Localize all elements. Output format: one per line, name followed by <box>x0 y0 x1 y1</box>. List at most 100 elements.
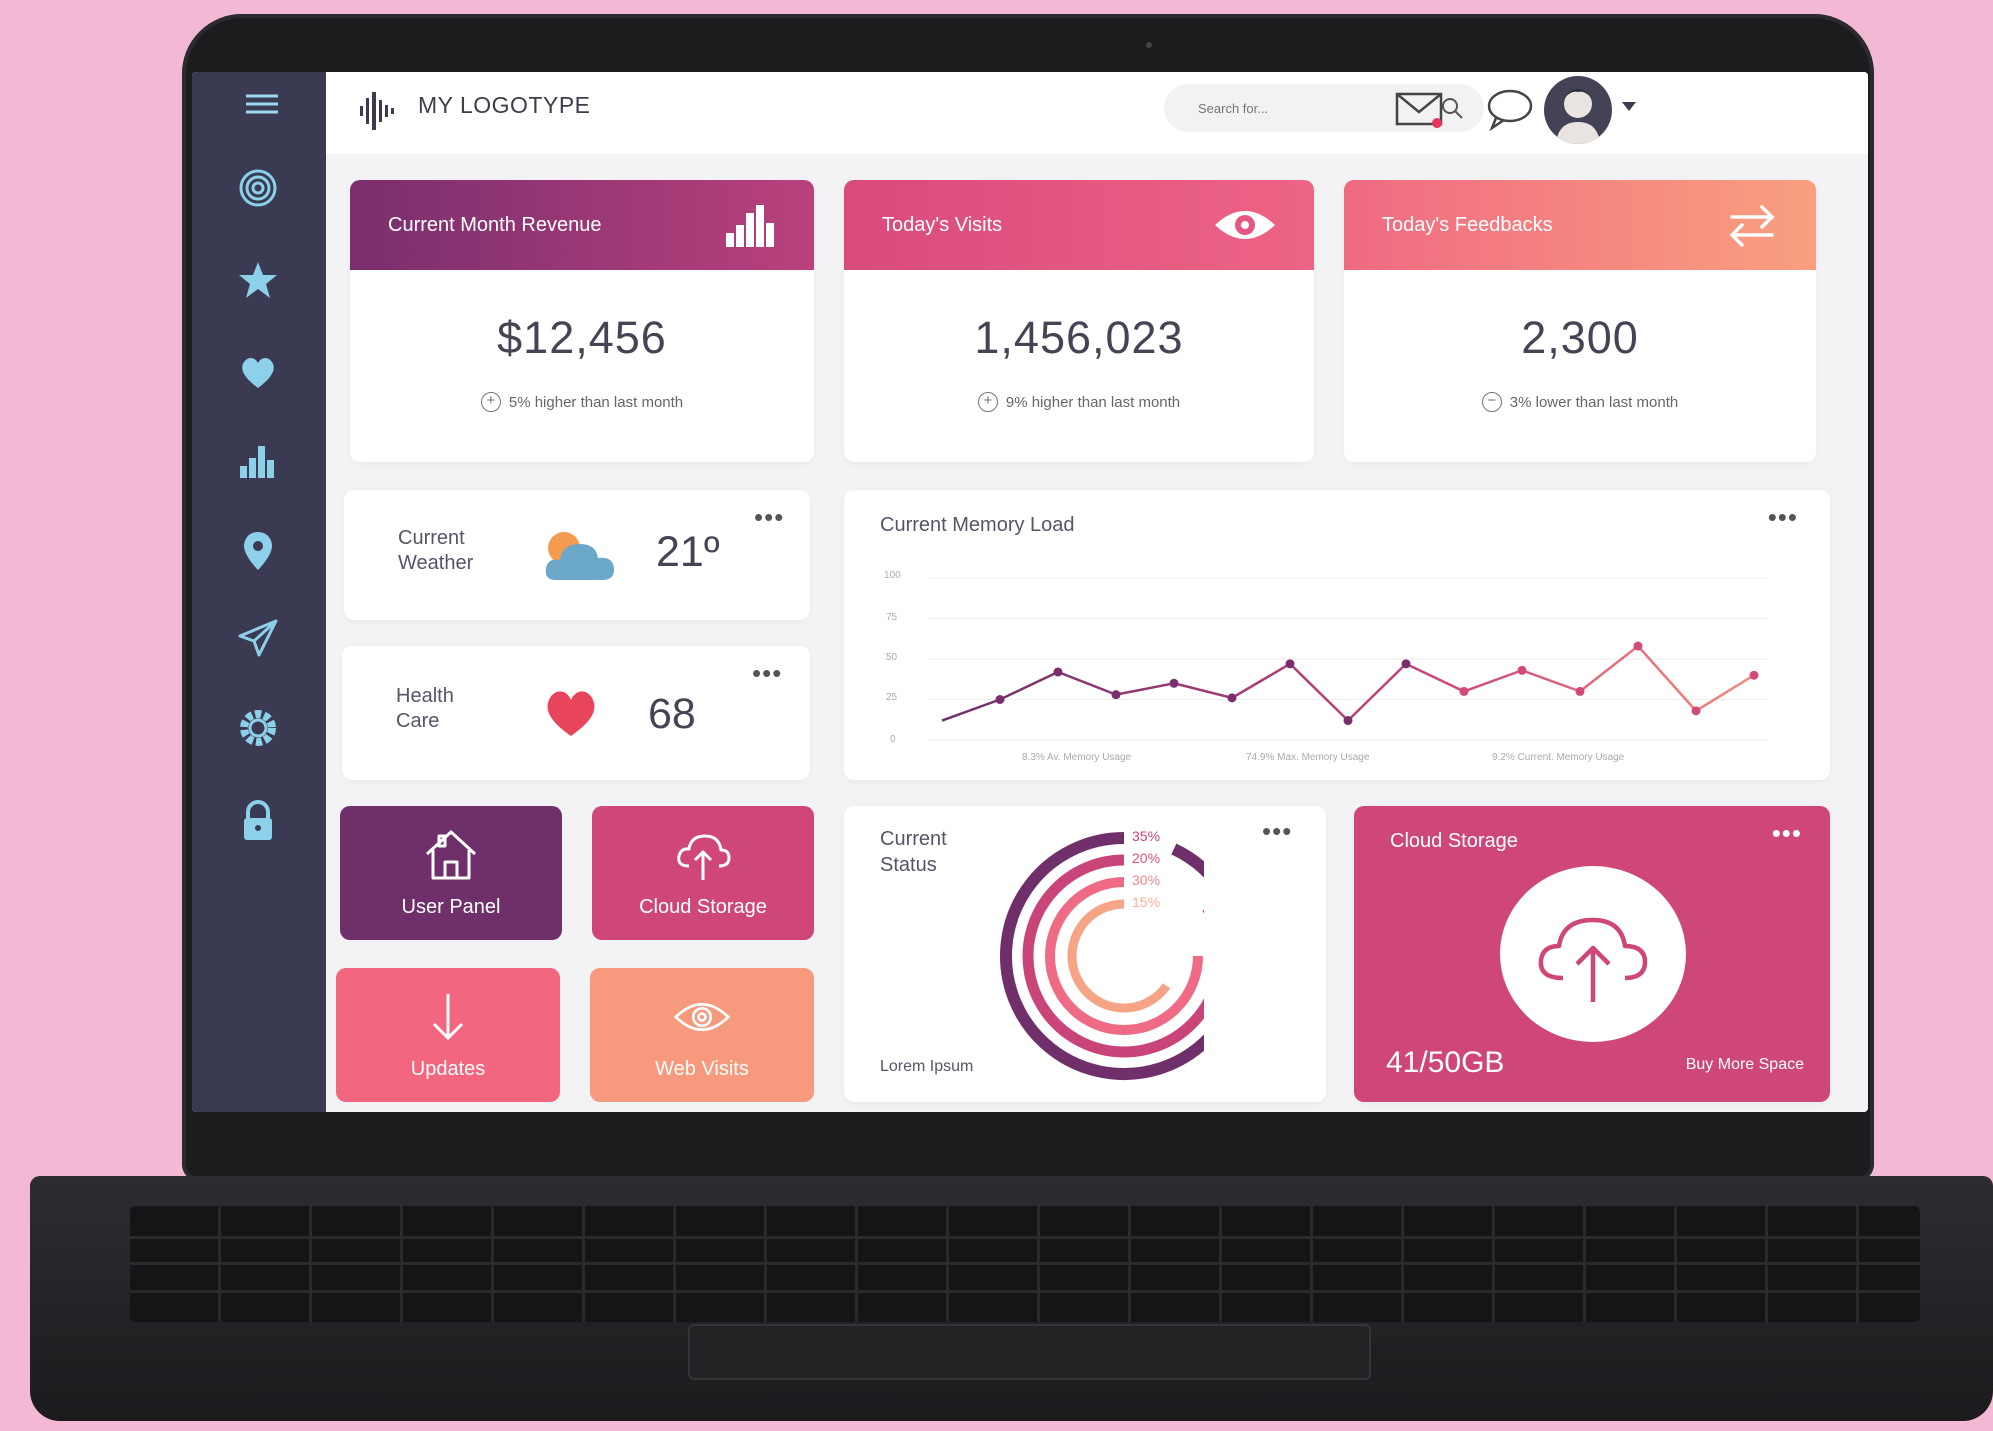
data-point[interactable] <box>1227 693 1237 703</box>
status-footer: Lorem Ipsum <box>880 1058 974 1075</box>
weather-card: Current Weather 21º ••• <box>344 490 810 620</box>
card-title: Cloud Storage <box>1390 830 1518 852</box>
chevron-down-icon[interactable] <box>1622 102 1636 111</box>
ring-percent-label: 20% <box>1132 850 1161 866</box>
minus-circle-icon: − <box>1481 392 1502 412</box>
heart-icon[interactable] <box>232 346 284 398</box>
web-visits-tile[interactable]: Web Visits <box>590 968 814 1102</box>
more-options-icon[interactable]: ••• <box>1772 820 1802 846</box>
health-label: Health Care <box>396 685 454 732</box>
stat-card-feedbacks: Today's Feedbacks 2,300 − 3% lower than … <box>1344 180 1816 462</box>
stat-value: 2,300 <box>1521 312 1639 363</box>
plus-circle-icon: + <box>480 392 501 412</box>
eye-icon <box>674 1002 730 1031</box>
stat-note-text: 9% higher than last month <box>1005 393 1181 411</box>
heart-icon <box>547 691 595 736</box>
menu-icon[interactable] <box>236 78 288 130</box>
download-arrow-icon <box>432 993 464 1040</box>
cloud-storage-card: Cloud Storage ••• 41/50GB Buy More Space <box>1354 806 1830 1102</box>
ring-percent-label: 15% <box>1132 894 1161 910</box>
data-point[interactable] <box>1691 706 1701 716</box>
user-panel-tile[interactable]: User Panel <box>340 806 562 940</box>
data-point[interactable] <box>1633 641 1643 651</box>
stat-card-title: Today's Visits <box>882 213 1003 236</box>
storage-usage: 41/50GB <box>1386 1046 1505 1079</box>
stat-card-revenue: Current Month Revenue $12,456 + 5% highe… <box>350 180 814 462</box>
stat-card-visits: Today's Visits 1,456,023 + 9% higher tha… <box>844 180 1314 462</box>
memory-load-card: Current Memory Load ••• 100 75 50 25 0 8… <box>844 490 1830 780</box>
legend-item: 8.3% Av. Memory Usage <box>1022 752 1132 763</box>
stat-card-header: Today's Feedbacks <box>1344 180 1816 270</box>
tile-label: Web Visits <box>655 1057 749 1080</box>
bar-chart-icon[interactable] <box>232 434 284 486</box>
tile-label: User Panel <box>401 895 501 918</box>
search-input[interactable] <box>1164 84 1394 132</box>
weather-value: 21º <box>656 528 720 576</box>
tile-label: Updates <box>410 1057 486 1080</box>
eye-icon <box>1215 211 1275 239</box>
mail-icon[interactable] <box>1394 86 1446 132</box>
stat-note-text: 3% lower than last month <box>1509 393 1679 411</box>
stat-card-header: Today's Visits <box>844 180 1314 270</box>
stat-note: + 9% higher than last month <box>844 392 1314 412</box>
tile-label: Cloud Storage <box>639 895 767 918</box>
location-pin-icon[interactable] <box>232 524 284 576</box>
partly-cloudy-icon <box>545 532 614 580</box>
avatar[interactable] <box>1544 76 1612 144</box>
cloud-upload-icon <box>1538 917 1648 1002</box>
line-chart <box>928 577 1768 741</box>
health-value: 68 <box>648 690 696 738</box>
series-line <box>941 644 1755 723</box>
data-point[interactable] <box>1053 667 1063 677</box>
status-title: Current Status <box>880 828 947 876</box>
cloud-upload-icon <box>677 834 731 880</box>
data-point[interactable] <box>1401 659 1411 669</box>
stat-value: 1,456,023 <box>974 312 1184 363</box>
logo-text: MY LOGOTYPE <box>418 92 591 118</box>
data-point[interactable] <box>1749 670 1759 680</box>
home-icon <box>425 830 477 879</box>
data-point[interactable] <box>1517 665 1527 675</box>
target-icon[interactable] <box>232 162 284 214</box>
top-bar: MY LOGOTYPE <box>326 72 1868 154</box>
status-ring <box>1067 899 1171 1013</box>
stat-note: − 3% lower than last month <box>1344 392 1816 412</box>
data-point[interactable] <box>1459 686 1469 696</box>
buy-more-space-link[interactable]: Buy More Space <box>1686 1056 1804 1074</box>
data-point[interactable] <box>1285 659 1295 669</box>
data-point[interactable] <box>1111 690 1121 700</box>
keyboard-row-divider <box>130 1236 1920 1239</box>
updates-tile[interactable]: Updates <box>336 968 560 1102</box>
lock-icon[interactable] <box>232 794 284 846</box>
data-point[interactable] <box>1575 686 1585 696</box>
more-options-icon[interactable]: ••• <box>752 660 782 686</box>
upload-circle[interactable] <box>1500 866 1686 1042</box>
current-status-card: Current Status ••• 35% 20% 30% 15% Lorem… <box>844 806 1326 1102</box>
legend-item: 9.2% Current. Memory Usage <box>1492 752 1625 763</box>
ring-percent-label: 35% <box>1132 828 1161 844</box>
stat-card-title: Current Month Revenue <box>388 213 602 236</box>
chat-bubble-icon[interactable] <box>1484 86 1536 132</box>
stat-value: $12,456 <box>497 312 667 363</box>
dashboard-screen: MY LOGOTYPE Current Month Revenue $12,45… <box>192 72 1868 1112</box>
data-point[interactable] <box>1343 716 1353 726</box>
legend-item: 74.9% Max. Memory Usage <box>1246 752 1370 763</box>
stat-card-header: Current Month Revenue <box>350 180 814 270</box>
stat-note: + 5% higher than last month <box>350 392 814 412</box>
keyboard-row-divider <box>130 1290 1920 1293</box>
trackpad <box>688 1324 1371 1380</box>
data-point[interactable] <box>1169 678 1179 688</box>
star-icon[interactable] <box>232 254 284 306</box>
more-options-icon[interactable]: ••• <box>754 504 784 530</box>
radial-bar-chart <box>1000 832 1204 1080</box>
cloud-storage-tile[interactable]: Cloud Storage <box>592 806 814 940</box>
send-icon[interactable] <box>232 612 284 664</box>
notification-dot <box>1432 118 1442 128</box>
swap-arrows-icon <box>1729 205 1775 247</box>
data-point[interactable] <box>995 695 1005 704</box>
more-options-icon[interactable]: ••• <box>1262 818 1292 844</box>
keyboard-row-divider <box>130 1262 1920 1265</box>
gear-icon[interactable] <box>232 702 284 754</box>
stat-note-text: 5% higher than last month <box>508 393 684 411</box>
bar-chart-icon <box>726 205 774 247</box>
